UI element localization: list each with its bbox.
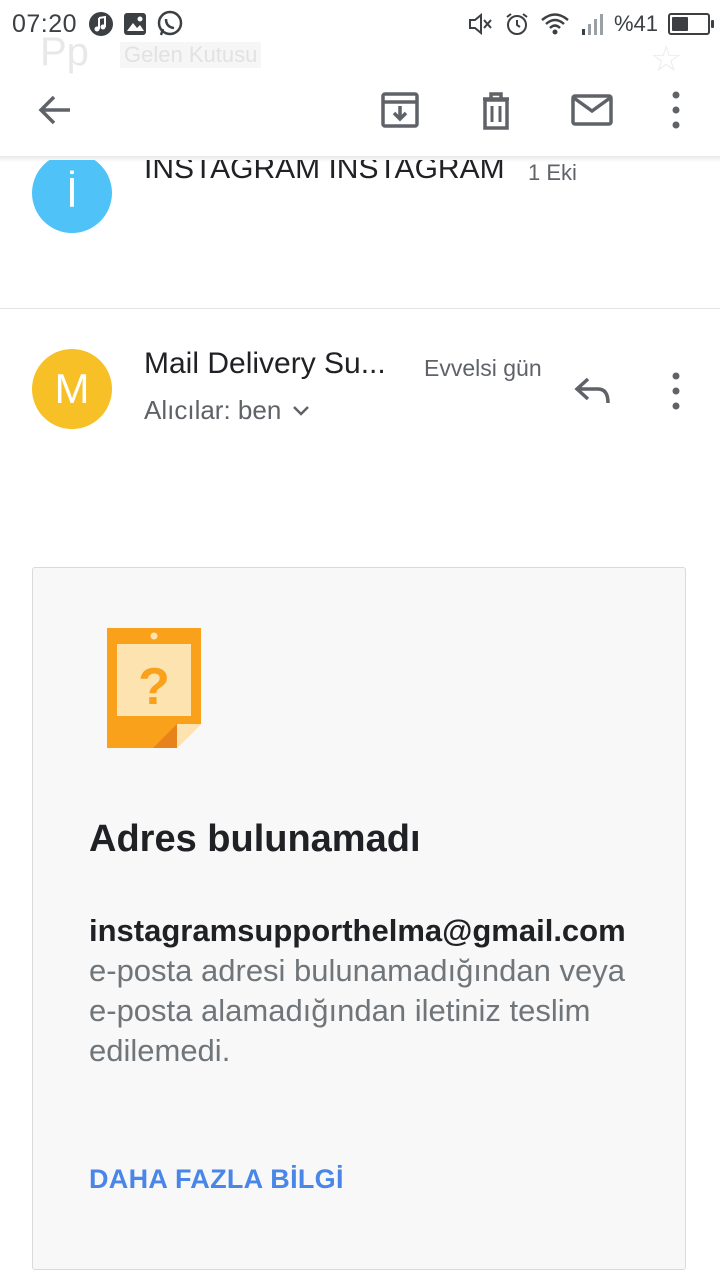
delete-button[interactable] [464,78,528,142]
system-status-icons: %41 [466,10,714,38]
chevron-down-icon [293,405,310,416]
music-note-icon [89,12,113,36]
more-options-button[interactable] [644,78,708,142]
back-arrow-icon [38,95,70,125]
battery-percent: %41 [613,11,658,36]
message-date: Evvelsi gün [424,355,542,381]
more-vert-icon [672,372,680,410]
notification-icons [88,10,184,38]
sender-avatar[interactable]: İ [32,160,112,233]
mark-unread-icon [571,94,613,126]
image-icon [124,13,146,35]
svg-text:?: ? [138,658,170,716]
battery-icon [668,13,714,35]
wifi-icon [541,13,569,35]
recipients-label: Alıcılar: ben [144,395,282,425]
bounce-title: Adres bulunamadı [89,818,421,860]
message-header: M Mail Delivery Su... Evvelsi gün Alıcıl… [0,309,720,469]
more-vert-icon [672,91,680,129]
recipient-address: instagramsupporthelma@gmail.com [89,913,626,948]
reply-icon [574,377,610,404]
bounce-notice-card: ? Adres bulunamadı instagramsupporthelma… [32,567,686,1270]
question-document-icon: ? [107,628,201,748]
archive-button[interactable] [368,78,432,142]
message-more-button[interactable] [652,367,700,415]
delete-icon [483,92,509,130]
battery-level [672,17,688,31]
reply-button[interactable] [566,367,620,415]
signal-icon [581,14,603,35]
alarm-icon [506,13,528,35]
sender-name: İNSTAGRAM İNSTAGRAM [144,160,505,185]
status-bar: 07:20 %41 [0,0,720,48]
bounce-message: instagramsupporthelma@gmail.com e-posta … [89,911,629,1071]
sender-avatar[interactable]: M [32,349,112,429]
toolbar [0,64,720,156]
collapsed-message[interactable]: İ İNSTAGRAM İNSTAGRAM 1 Eki [0,160,720,308]
mute-icon [468,12,492,36]
recipients-toggle[interactable]: Alıcılar: ben [144,395,311,426]
whatsapp-icon [157,10,183,36]
archive-icon [381,92,419,128]
bounce-explanation: e-posta adresi bulunamadığından veya e-p… [89,953,625,1068]
message-date: 1 Eki [528,160,577,185]
sender-name: Mail Delivery Su... [144,347,386,380]
back-button[interactable] [23,78,87,142]
learn-more-link[interactable]: DAHA FAZLA BİLGİ [89,1164,344,1195]
mark-unread-button[interactable] [560,78,624,142]
